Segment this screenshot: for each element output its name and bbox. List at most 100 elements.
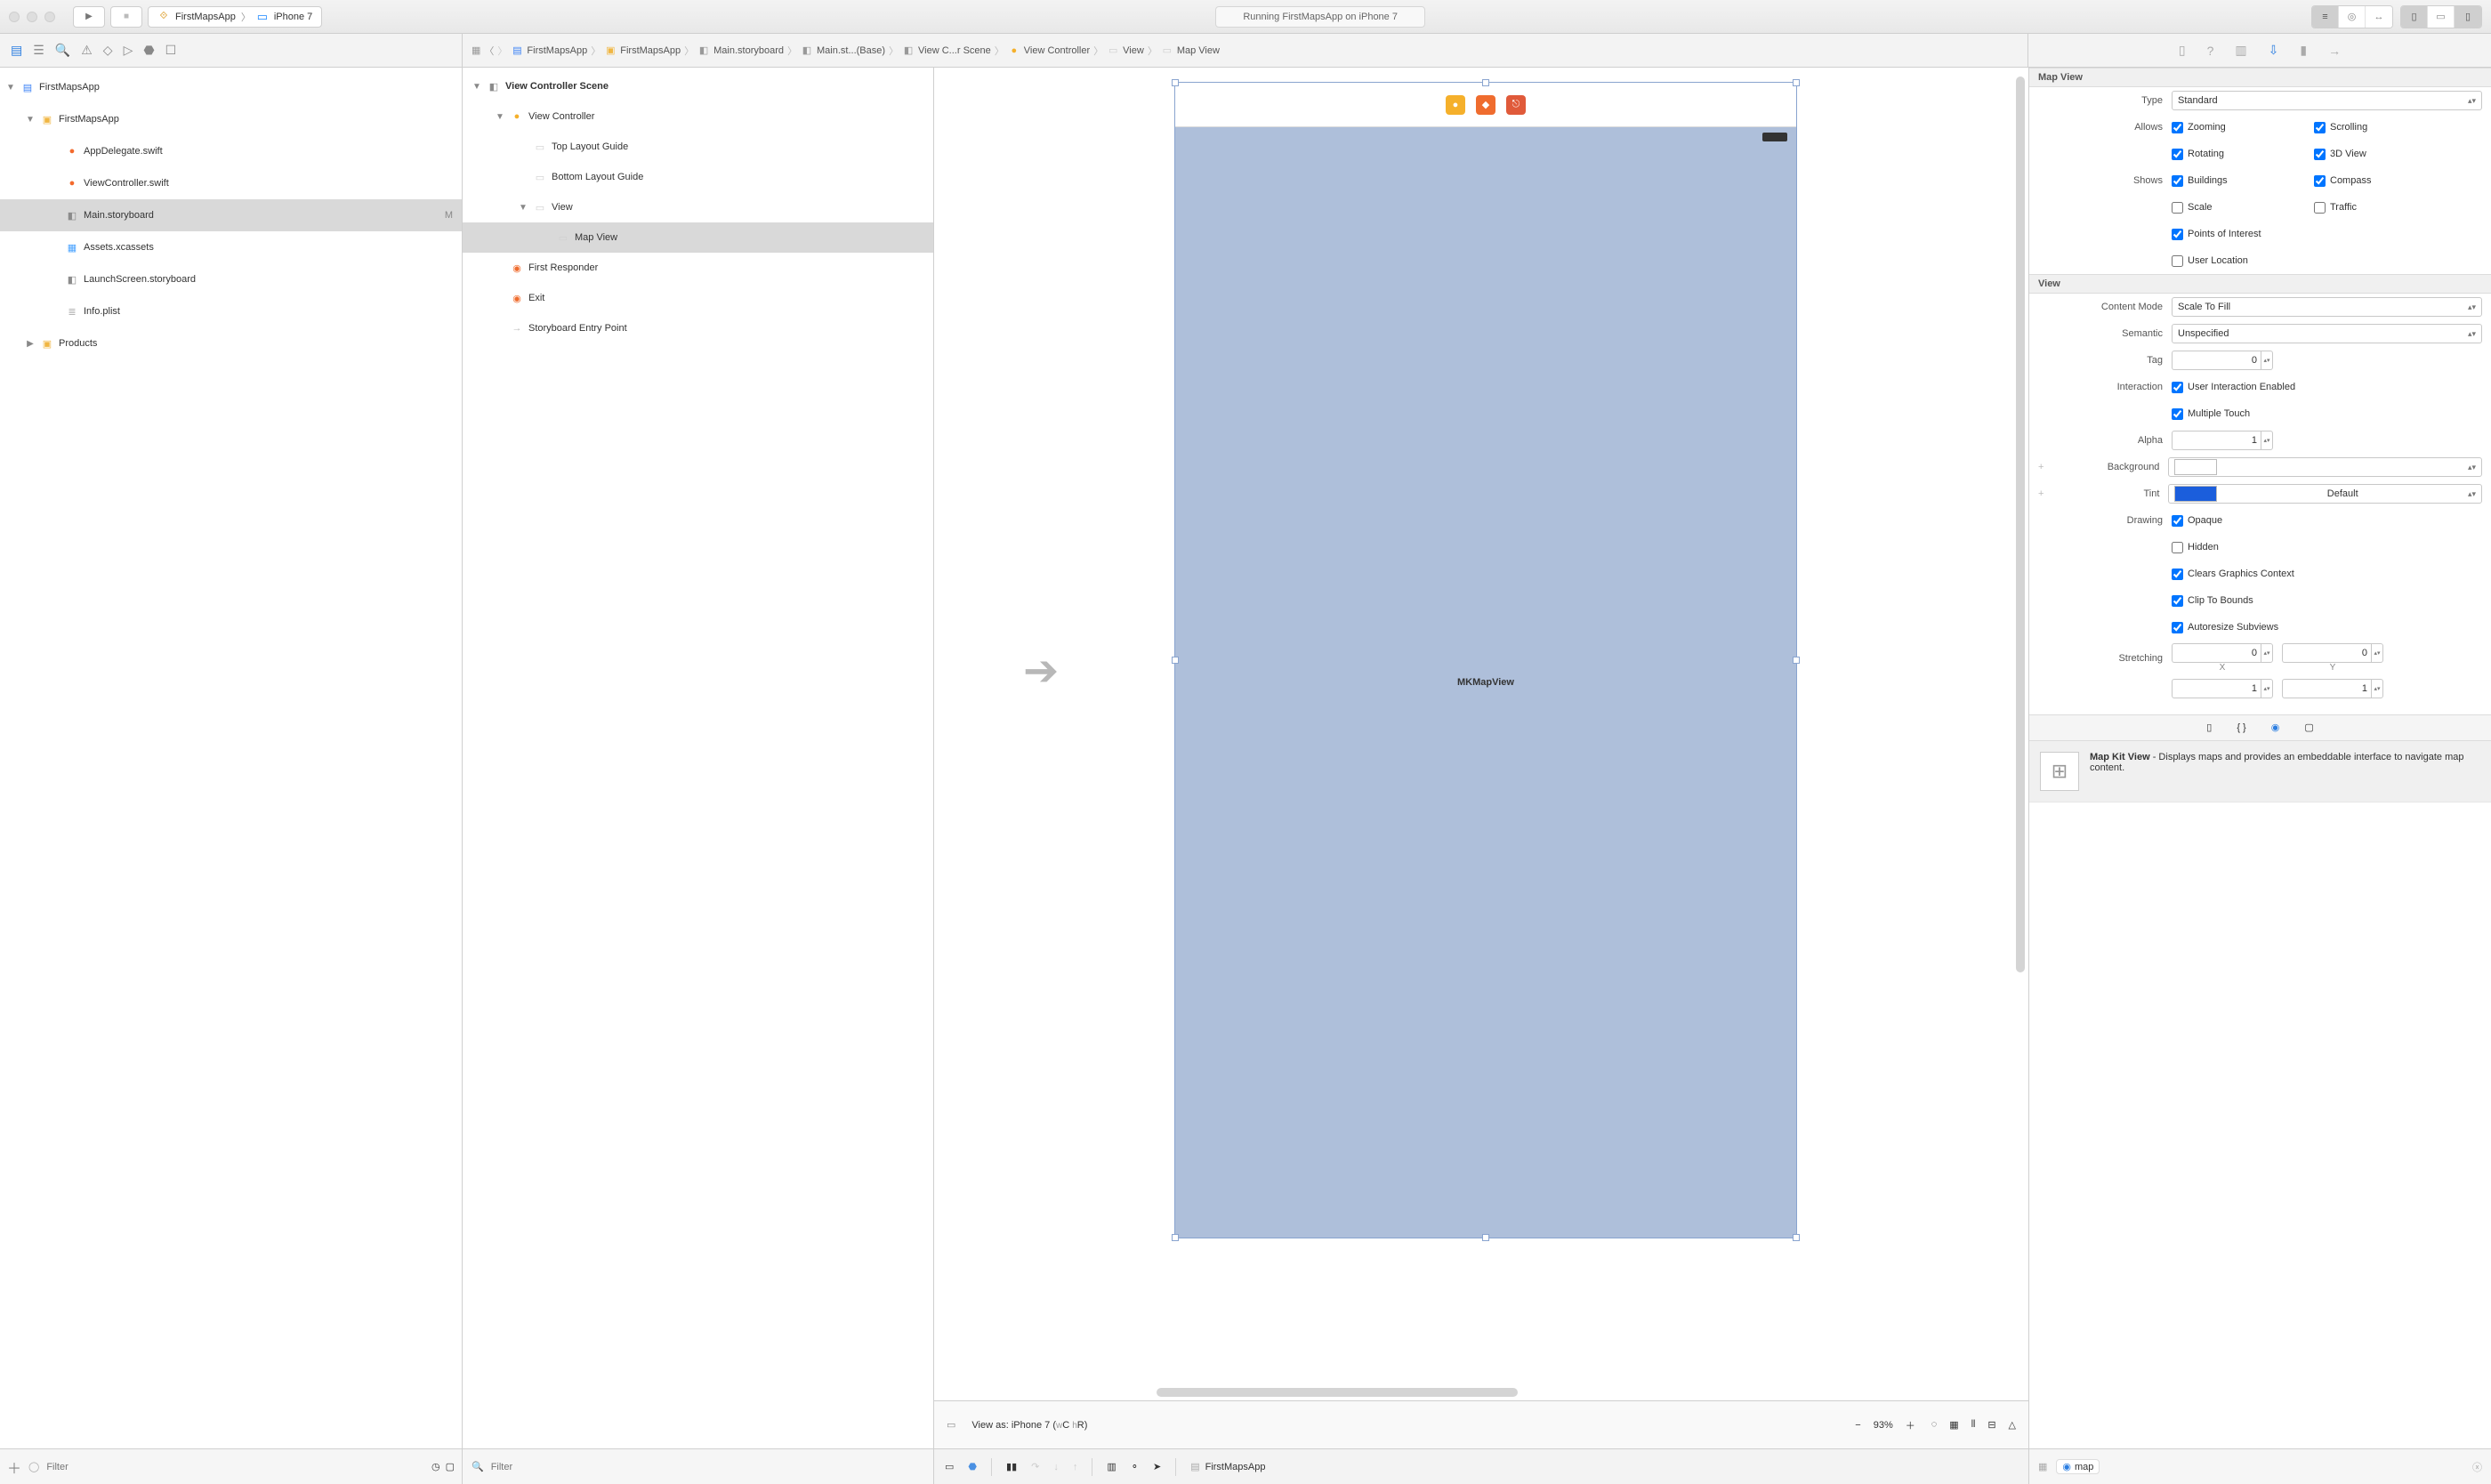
checkbox[interactable]: Hidden <box>2172 542 2305 553</box>
report-nav-icon[interactable]: ☐ <box>165 43 177 58</box>
attributes-inspector-icon[interactable]: ⇩ <box>2269 43 2279 58</box>
navigator-row[interactable]: LaunchScreen.storyboard <box>0 263 462 295</box>
filter-icon[interactable]: ◯ <box>28 1461 39 1472</box>
stretch-y-stepper[interactable]: ▴▾ <box>2282 643 2383 663</box>
tint-select[interactable]: Default▴▾ <box>2168 484 2482 504</box>
issue-nav-icon[interactable]: ⚠ <box>81 43 93 58</box>
checkbox[interactable]: 3D View <box>2314 149 2447 160</box>
alpha-stepper[interactable]: ▴▾ <box>2172 431 2273 450</box>
outline-filter-input[interactable] <box>491 1462 924 1472</box>
resize-handle[interactable] <box>1482 1234 1489 1241</box>
file-template-library-icon[interactable]: ▯ <box>2206 722 2212 733</box>
add-row-icon[interactable]: + <box>2038 462 2044 472</box>
clear-filter-button[interactable]: ⓧ <box>2472 1460 2482 1474</box>
outline-row[interactable]: Exit <box>463 283 933 313</box>
viewcontroller-icon[interactable]: ● <box>1446 95 1465 115</box>
checkbox[interactable]: Multiple Touch <box>2172 408 2305 420</box>
symbol-nav-icon[interactable]: ☰ <box>33 43 44 58</box>
location-button[interactable]: ➤ <box>1153 1461 1161 1472</box>
memory-graph-button[interactable]: ⚬ <box>1131 1461 1139 1472</box>
content-mode-select[interactable]: Scale To Fill▴▾ <box>2172 297 2482 317</box>
entry-point-arrow-icon[interactable]: ➔ <box>1023 646 1059 696</box>
outline-row[interactable]: First Responder <box>463 253 933 283</box>
resize-handle[interactable] <box>1172 657 1179 664</box>
breakpoints-toggle-icon[interactable]: ⬣ <box>968 1461 977 1472</box>
related-items-icon[interactable]: ▦ <box>472 44 480 56</box>
debug-nav-icon[interactable]: ▷ <box>124 43 133 58</box>
outline-row[interactable]: Map View <box>463 222 933 253</box>
stretch-x-stepper[interactable]: ▴▾ <box>2172 643 2273 663</box>
forward-button[interactable]: 〉 <box>497 44 507 58</box>
pause-button[interactable]: ▮▮ <box>1006 1461 1017 1472</box>
map-view[interactable]: MKMapView <box>1175 127 1796 1238</box>
jump-bar[interactable]: ▦ 〈 〉 ▤FirstMapsApp〉 ▣FirstMapsApp〉 ◧Mai… <box>463 34 2028 67</box>
checkbox[interactable]: Compass <box>2314 175 2447 187</box>
outline-row[interactable]: ▼View <box>463 192 933 222</box>
type-select[interactable]: Standard▴▾ <box>2172 91 2482 110</box>
resolve-issues-button[interactable]: △ <box>2009 1419 2016 1431</box>
test-nav-icon[interactable]: ◇ <box>103 43 113 58</box>
view-controller-scene[interactable]: ● ◆ ⎋ MKMapView <box>1174 82 1797 1238</box>
navigator-row[interactable]: ▶Products <box>0 327 462 359</box>
stretch-w-stepper[interactable]: ▴▾ <box>2172 679 2273 698</box>
checkbox[interactable]: Rotating <box>2172 149 2305 160</box>
back-button[interactable]: 〈 <box>484 44 494 58</box>
zoom-level[interactable]: 93% <box>1874 1420 1893 1431</box>
checkbox[interactable]: User Interaction Enabled <box>2172 382 2305 393</box>
zoom-in-button[interactable]: ＋ <box>1906 1418 1915 1432</box>
toggle-debug-button[interactable]: ▭ <box>2428 6 2455 28</box>
identity-inspector-icon[interactable]: ▥ <box>2235 43 2246 58</box>
quickhelp-inspector-icon[interactable]: ? <box>2207 44 2214 58</box>
navigator-row[interactable]: Info.plist <box>0 295 462 327</box>
checkbox[interactable]: User Location <box>2172 255 2305 267</box>
checkbox[interactable]: Autoresize Subviews <box>2172 622 2305 633</box>
step-in-button[interactable]: ↓ <box>1053 1462 1059 1472</box>
toggle-utilities-button[interactable]: ▯ <box>2455 6 2481 28</box>
scene-dock[interactable]: ● ◆ ⎋ <box>1175 83 1796 127</box>
code-snippet-library-icon[interactable]: { } <box>2237 722 2245 733</box>
media-library-icon[interactable]: ▢ <box>2304 722 2313 733</box>
checkbox[interactable]: Scale <box>2172 202 2305 214</box>
breakpoint-nav-icon[interactable]: ⬣ <box>143 43 154 58</box>
resize-handle[interactable] <box>1793 657 1800 664</box>
checkbox[interactable]: Opaque <box>2172 515 2305 527</box>
outline-row[interactable]: Bottom Layout Guide <box>463 162 933 192</box>
find-nav-icon[interactable]: 🔍 <box>55 43 70 58</box>
project-nav-icon[interactable]: ▤ <box>11 43 22 58</box>
connections-inspector-icon[interactable]: → <box>2328 44 2341 58</box>
clock-icon[interactable]: ◷ <box>431 1461 440 1472</box>
resize-handle[interactable] <box>1172 1234 1179 1241</box>
pin-button[interactable]: ⊟ <box>1987 1419 1995 1431</box>
exit-icon[interactable]: ⎋ <box>1506 95 1526 115</box>
background-select[interactable]: ▴▾ <box>2168 457 2482 477</box>
device-config-button[interactable]: ▭ <box>947 1419 955 1431</box>
tag-stepper[interactable]: ▴▾ <box>2172 351 2273 370</box>
add-button[interactable]: ＋ <box>7 1456 21 1478</box>
toggle-navigator-button[interactable]: ▯ <box>2401 6 2428 28</box>
align-button[interactable]: ⫴ <box>1971 1419 1976 1431</box>
scheme-selector[interactable]: FirstMapsApp 〉 iPhone 7 <box>148 6 322 28</box>
first-responder-icon[interactable]: ◆ <box>1476 95 1495 115</box>
minimize-icon[interactable] <box>27 12 37 22</box>
outline-row[interactable]: ▼View Controller <box>463 101 933 132</box>
checkbox[interactable]: Clears Graphics Context <box>2172 569 2305 580</box>
interface-builder-canvas[interactable]: ➔ ● ◆ ⎋ MKMapView <box>934 68 2028 1400</box>
editor-version-button[interactable]: ↔ <box>2366 6 2392 28</box>
resize-handle[interactable] <box>1793 1234 1800 1241</box>
step-over-button[interactable]: ↷ <box>1031 1461 1039 1472</box>
zoom-out-button[interactable]: − <box>1855 1420 1860 1431</box>
grid-view-icon[interactable]: ▦ <box>2038 1461 2047 1472</box>
resize-handle[interactable] <box>1172 79 1179 86</box>
size-inspector-icon[interactable]: ▮ <box>2300 43 2307 58</box>
file-inspector-icon[interactable]: ▯ <box>2179 43 2186 58</box>
run-button[interactable] <box>73 6 105 28</box>
navigator-row[interactable]: AppDelegate.swift <box>0 135 462 167</box>
outline-row[interactable]: Top Layout Guide <box>463 132 933 162</box>
navigator-row[interactable]: Main.storyboardM <box>0 199 462 231</box>
navigator-row[interactable]: ViewController.swift <box>0 167 462 199</box>
navigator-row[interactable]: ▼FirstMapsApp <box>0 71 462 103</box>
zoom-icon[interactable] <box>44 12 55 22</box>
library-filter-chip[interactable]: ◉map <box>2056 1459 2100 1474</box>
checkbox[interactable]: Zooming <box>2172 122 2305 133</box>
resize-handle[interactable] <box>1482 79 1489 86</box>
